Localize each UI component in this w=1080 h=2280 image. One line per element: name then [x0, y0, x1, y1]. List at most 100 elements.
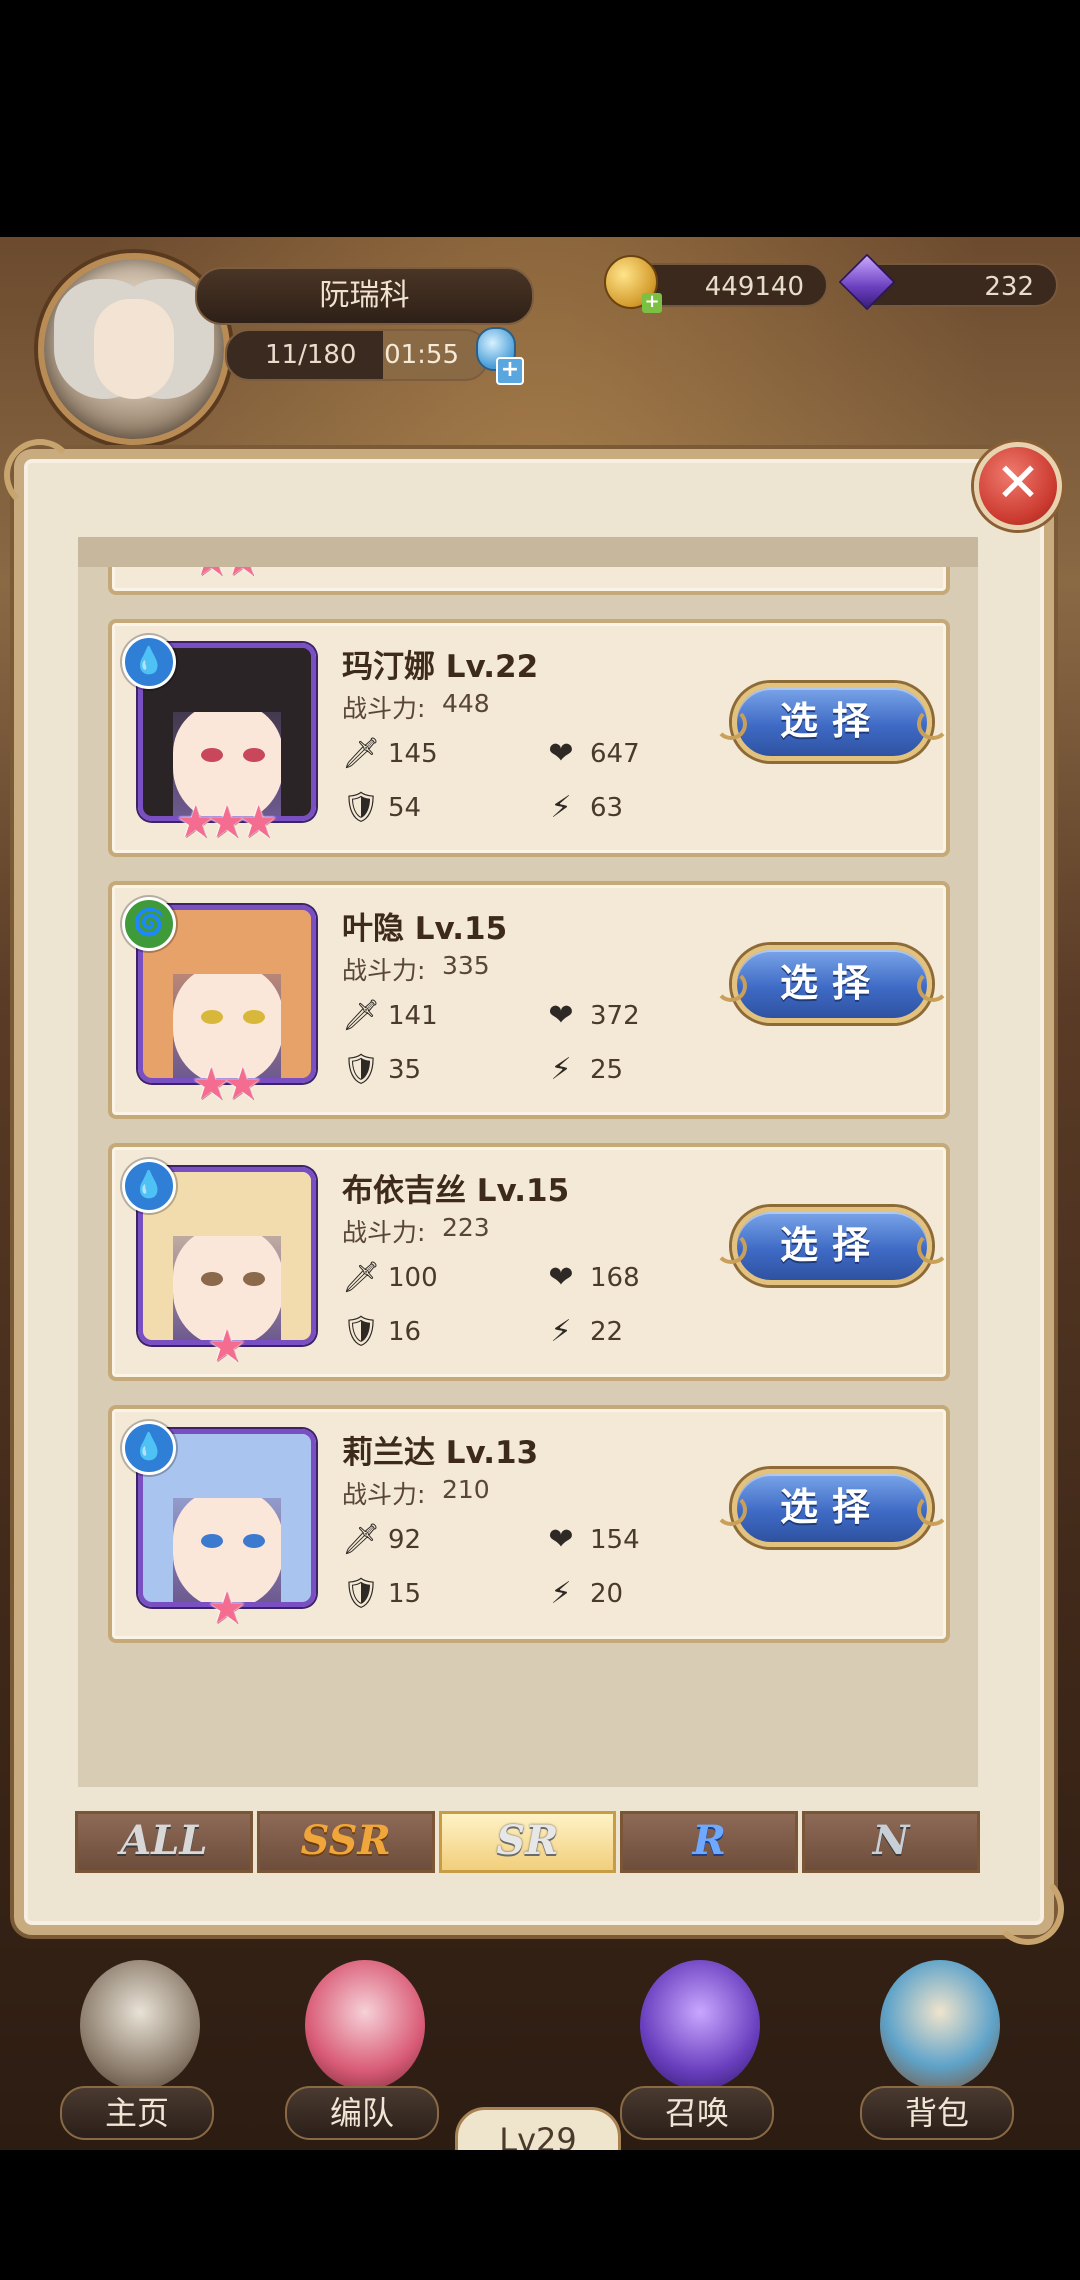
tab-all[interactable]: ALL: [75, 1811, 253, 1873]
speed-value: 20: [590, 1579, 624, 1609]
attack-value: 100: [388, 1263, 438, 1293]
defense-shield-icon: 🛡: [342, 1052, 381, 1087]
attack-sword-icon: 🗡: [342, 1522, 381, 1557]
character-name: 莉兰达 Lv.13: [342, 1435, 539, 1471]
tab-r[interactable]: R: [620, 1811, 799, 1873]
attack-value: 141: [388, 1001, 438, 1031]
defense-value: 16: [388, 1317, 422, 1347]
nav-home[interactable]: 主页: [60, 1960, 214, 2150]
defense-shield-icon: 🛡: [342, 1576, 381, 1611]
player-level: Lv29: [455, 2107, 621, 2150]
character-card: 💧 ★ 布依吉丝 Lv.15 战斗力: 223 🗡 ❤ 🛡 ⚡ 100 168 16 22 选择: [108, 1143, 950, 1381]
water-icon: 💧: [122, 1159, 176, 1213]
attack-sword-icon: 🗡: [342, 1260, 381, 1295]
portrait-eye: [243, 748, 265, 762]
summon-crystal-icon: [640, 1960, 760, 2090]
nav-summon[interactable]: 召唤: [620, 1960, 774, 2150]
hp-value: 168: [590, 1263, 640, 1293]
star-icon: ★: [238, 797, 279, 848]
star-rating: ★ ★: [192, 537, 263, 586]
tab-n[interactable]: N: [802, 1811, 980, 1873]
defense-value: 54: [388, 793, 422, 823]
add-stamina-icon[interactable]: +: [496, 357, 524, 385]
power-label: 战斗力:: [342, 956, 426, 985]
defense-value: 35: [388, 1055, 422, 1085]
star-icon: ★: [223, 537, 263, 586]
nav-bag[interactable]: 背包: [860, 1960, 1014, 2150]
hp-value: 647: [590, 739, 640, 769]
speed-value: 22: [590, 1317, 624, 1347]
corner-ornament: [4, 439, 76, 511]
nav-home-label: 主页: [60, 2086, 214, 2140]
star-icon: ★: [207, 1583, 247, 1634]
stamina-timer: 01:55: [384, 340, 459, 370]
select-button[interactable]: 选择: [715, 683, 949, 761]
star-icon: ★: [207, 1321, 247, 1372]
nav-bag-label: 背包: [860, 2086, 1014, 2140]
defense-value: 34: [388, 537, 422, 561]
speed-lightning-icon: ⚡: [550, 1052, 572, 1087]
select-button[interactable]: 选择: [715, 1207, 949, 1285]
stamina-potion-icon[interactable]: +: [470, 319, 524, 385]
star-rating: ★: [207, 1325, 246, 1369]
character-name: 玛汀娜 Lv.22: [342, 649, 539, 685]
team-character-icon: [305, 1960, 425, 2090]
portrait-eye: [243, 1272, 265, 1286]
portrait-hair: [143, 537, 311, 554]
defense-value: 15: [388, 1579, 422, 1609]
stamina-bar: 11/180 01:55: [225, 329, 489, 381]
nav-team-label: 编队: [285, 2086, 439, 2140]
attack-value: 92: [388, 1525, 422, 1555]
star-icon: ★: [223, 1059, 263, 1110]
star-rating: ★ ★ ★: [176, 801, 278, 845]
hp-heart-icon: ❤: [548, 1260, 574, 1295]
character-card: 🌀 ★ ★ 叶隐 Lv.15 战斗力: 335 🗡 ❤ 🛡 ⚡ 141 372 35 25 选择: [108, 881, 950, 1119]
speed-value: 63: [590, 793, 624, 823]
speed-value: 25: [590, 1055, 624, 1085]
portrait-eye: [201, 1272, 223, 1286]
power-value: 210: [442, 1475, 490, 1504]
character-portrait: [138, 537, 316, 559]
hp-heart-icon: ❤: [548, 736, 574, 771]
bag-chest-icon: [880, 1960, 1000, 2090]
wind-icon: 🌀: [122, 897, 176, 951]
tab-sr[interactable]: SR: [438, 1811, 617, 1873]
power-label: 战斗力:: [342, 1480, 426, 1509]
character-list[interactable]: ✪★★奥丽芙 Lv.21战斗力:486🗡❤🛡⚡2425193447选择💧★★★玛…: [78, 537, 978, 1787]
power-value: 335: [442, 951, 490, 980]
attack-sword-icon: 🗡: [342, 998, 381, 1033]
stamina-count: 11/180: [265, 340, 357, 370]
attack-value: 145: [388, 739, 438, 769]
power-value: 223: [442, 1213, 490, 1242]
power-label: 战斗力:: [342, 694, 426, 723]
speed-value: 47: [590, 537, 624, 561]
game-screen: 阮瑞科 11/180 01:55 + 449140 + 232 ✕ ✪★★奥丽芙…: [0, 237, 1080, 2150]
add-gold-icon[interactable]: +: [642, 293, 662, 313]
water-icon: 💧: [122, 635, 176, 689]
character-name: 布依吉丝 Lv.15: [342, 1173, 570, 1209]
speed-lightning-icon: ⚡: [550, 790, 572, 825]
portrait-face: [173, 537, 283, 559]
home-gate-icon: [80, 1960, 200, 2090]
speed-lightning-icon: ⚡: [550, 1314, 572, 1349]
select-button[interactable]: 选择: [715, 945, 949, 1023]
water-icon: 💧: [122, 1421, 176, 1475]
gold-coin-icon[interactable]: +: [604, 255, 662, 313]
attack-sword-icon: 🗡: [342, 736, 381, 771]
select-button[interactable]: 选择: [715, 1469, 949, 1547]
portrait-eye: [201, 1010, 223, 1024]
defense-shield-icon: 🛡: [342, 537, 381, 563]
close-button[interactable]: ✕: [974, 442, 1062, 530]
tab-ssr[interactable]: SSR: [256, 1811, 435, 1873]
power-label: 战斗力:: [342, 1218, 426, 1247]
star-rating: ★ ★: [192, 1059, 263, 1110]
defense-shield-icon: 🛡: [342, 790, 381, 825]
corner-ornament: [992, 1873, 1064, 1945]
hp-value: 154: [590, 1525, 640, 1555]
hp-heart-icon: ❤: [548, 998, 574, 1033]
nav-summon-label: 召唤: [620, 2086, 774, 2140]
rarity-filter-tabs: ALL SSR SR R N: [75, 1811, 980, 1873]
character-card: 💧 ★ ★ ★ 玛汀娜 Lv.22 战斗力: 448 🗡 ❤ 🛡 ⚡ 145 647 54 63 选择: [108, 619, 950, 857]
character-card: ✪★★奥丽芙 Lv.21战斗力:486🗡❤🛡⚡2425193447选择: [108, 537, 950, 595]
nav-team[interactable]: 编队: [285, 1960, 439, 2150]
